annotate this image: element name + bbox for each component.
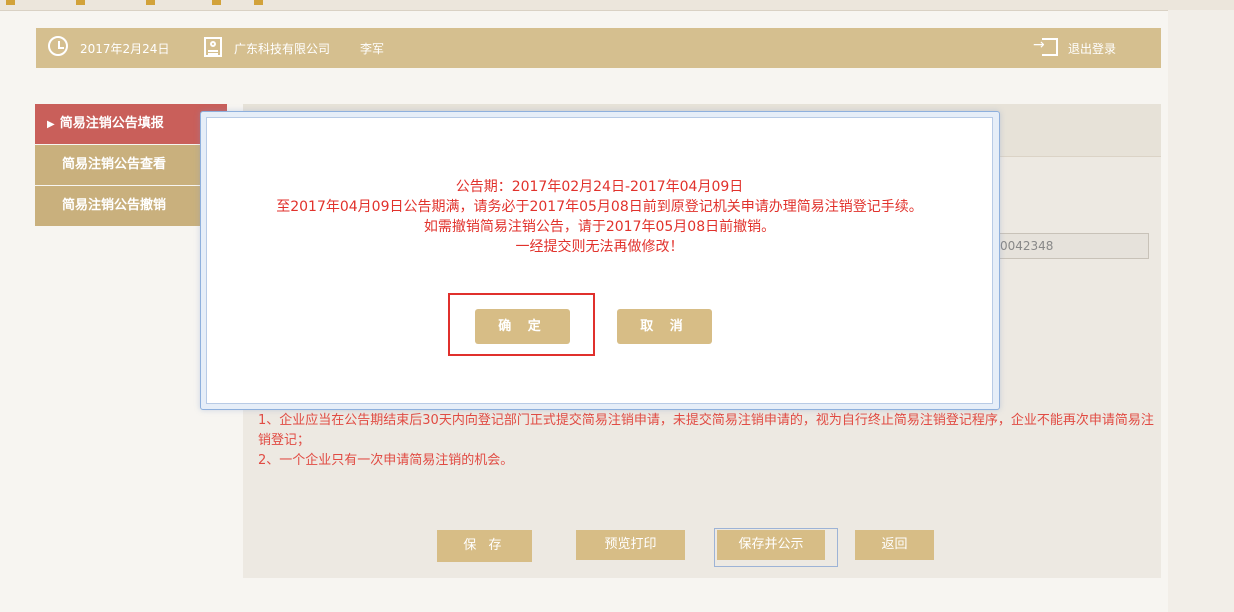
- save-and-publish-button[interactable]: 保存并公示: [717, 530, 825, 560]
- sidebar-item-announcement-revoke[interactable]: 简易注销公告撤销: [35, 186, 227, 226]
- page-margin: [1168, 10, 1234, 612]
- dialog-line: 公告期：2017年02月24日-2017年04月09日: [455, 179, 744, 195]
- note-line: 2、一个企业只有一次申请简易注销的机会。: [258, 453, 514, 468]
- preview-print-button[interactable]: 预览打印: [576, 530, 685, 560]
- save-button[interactable]: 保 存: [437, 530, 532, 562]
- notes: 1、企业应当在公告期结束后30天内向登记部门正式提交简易注销申请，未提交简易注销…: [258, 411, 1158, 471]
- company-icon: [204, 37, 222, 57]
- sidebar: ▶ 简易注销公告填报 简易注销公告查看 简易注销公告撤销: [35, 104, 227, 227]
- confirm-button[interactable]: 确 定: [475, 309, 570, 344]
- dialog-line: 如需撤销简易注销公告，请于2017年05月08日前撤销。: [423, 219, 776, 235]
- bookmark-item[interactable]: [76, 0, 89, 5]
- logout-icon[interactable]: [1033, 37, 1058, 56]
- dialog-message: 公告期：2017年02月24日-2017年04月09日 至2017年04月09日…: [207, 177, 992, 257]
- company-name: 广东科技有限公司: [234, 42, 331, 56]
- note-line: 1、企业应当在公告期结束后30天内向登记部门正式提交简易注销申请，未提交简易注销…: [258, 413, 1154, 448]
- folder-icon: [76, 0, 85, 5]
- bookmark-item[interactable]: [254, 0, 267, 5]
- logout-link[interactable]: 退出登录: [1068, 40, 1116, 57]
- bookmark-item[interactable]: [212, 0, 225, 5]
- top-header: 2017年2月24日 广东科技有限公司 李军 退出登录: [36, 28, 1161, 68]
- folder-icon: [254, 0, 263, 5]
- bookmark-item[interactable]: [6, 0, 19, 5]
- dialog-line: 一经提交则无法再做修改！: [515, 239, 684, 255]
- clock-icon: [48, 36, 68, 56]
- header-date: 2017年2月24日: [80, 42, 170, 56]
- sidebar-item-label: 简易注销公告撤销: [62, 198, 167, 213]
- confirm-dialog: 公告期：2017年02月24日-2017年04月09日 至2017年04月09日…: [206, 117, 993, 404]
- folder-icon: [146, 0, 155, 5]
- dialog-line: 至2017年04月09日公告期满，请务必于2017年05月08日前到原登记机关申…: [276, 199, 923, 215]
- sidebar-item-label: 简易注销公告查看: [62, 157, 167, 172]
- sidebar-item-label: 简易注销公告填报: [59, 116, 164, 131]
- registration-number-field[interactable]: 0042348: [993, 233, 1149, 259]
- folder-icon: [212, 0, 221, 5]
- bookmark-item[interactable]: [146, 0, 159, 5]
- caret-right-icon: ▶: [47, 119, 55, 130]
- sidebar-item-announcement-fill[interactable]: ▶ 简易注销公告填报: [35, 104, 227, 144]
- sidebar-item-announcement-view[interactable]: 简易注销公告查看: [35, 145, 227, 185]
- back-button[interactable]: 返回: [855, 530, 934, 560]
- folder-icon: [6, 0, 15, 5]
- cancel-button[interactable]: 取 消: [617, 309, 712, 344]
- bookmarks-bar: [0, 0, 1234, 11]
- user-name: 李军: [360, 42, 385, 56]
